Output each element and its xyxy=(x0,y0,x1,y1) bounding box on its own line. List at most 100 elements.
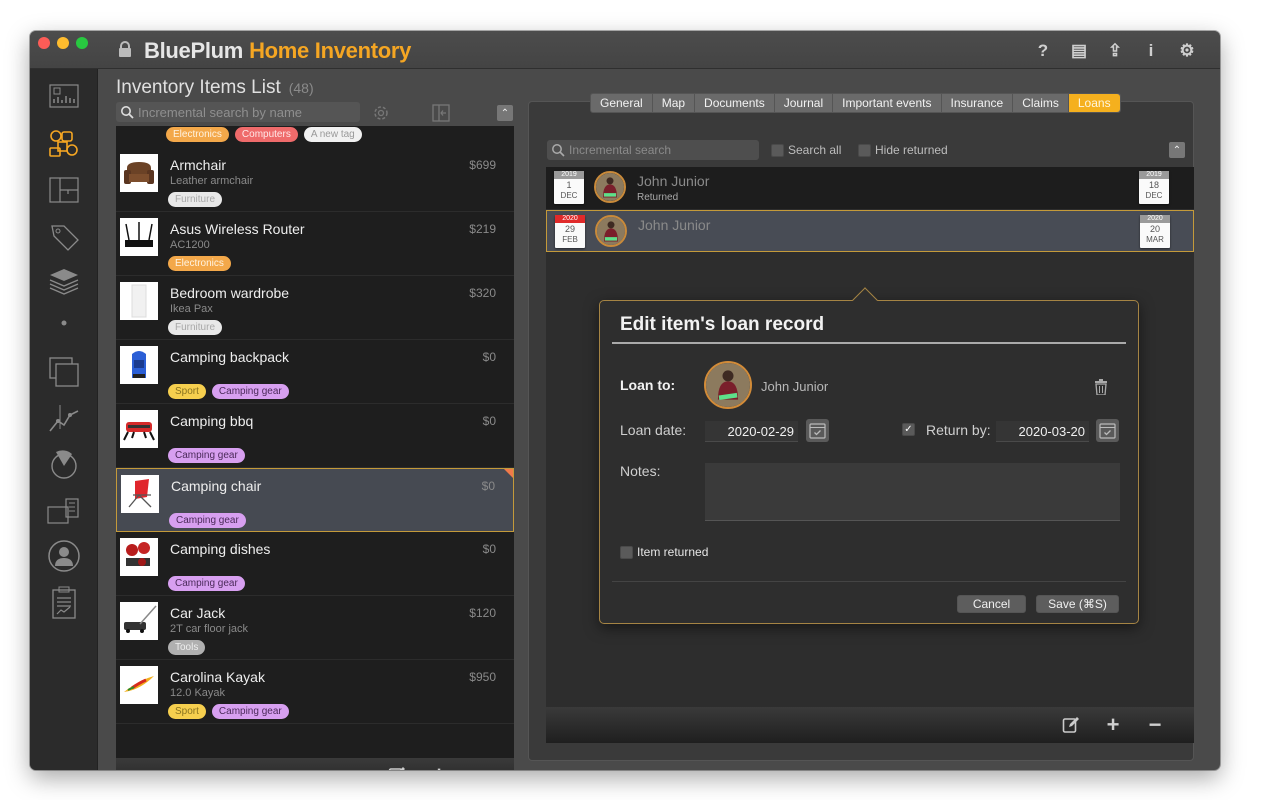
item-tag[interactable]: Furniture xyxy=(168,320,223,335)
item-tag[interactable]: Camping gear xyxy=(168,576,245,591)
remove-item-button[interactable]: − xyxy=(470,762,492,770)
cancel-button[interactable]: Cancel xyxy=(957,595,1026,613)
info-icon[interactable]: i xyxy=(1140,40,1162,62)
document-icon[interactable]: ▤ xyxy=(1068,40,1090,62)
loan-day: 1 xyxy=(566,180,572,190)
chevron-up-icon: ⌃ xyxy=(1169,142,1185,158)
return-date-picker-button[interactable] xyxy=(1096,419,1119,442)
inventory-search-input[interactable] xyxy=(138,104,358,120)
item-tag[interactable]: Electronics xyxy=(168,256,231,271)
inventory-item-row[interactable]: Camping dishes $0 Camping gear xyxy=(116,532,514,596)
item-tag[interactable]: Camping gear xyxy=(211,704,289,719)
inventory-item-row[interactable]: Armchair Leather armchair $699 Furniture xyxy=(116,148,514,212)
inventory-item-row[interactable]: Asus Wireless Router AC1200 $219 Electronic… xyxy=(116,212,514,276)
return-by-checkbox[interactable]: ✓ xyxy=(902,423,915,436)
add-loan-button[interactable]: + xyxy=(1102,712,1124,737)
inventory-list[interactable]: Electronics Computers A new tag Armchair Le… xyxy=(116,126,514,758)
inventory-item-row[interactable]: Camping backpack $0 Sport Camping gear xyxy=(116,340,514,404)
loan-row[interactable]: 2020 29 FEB John Junior 2020 20 MAR xyxy=(546,210,1194,252)
item-tags: Sport Camping gear xyxy=(168,704,289,719)
sidebar-item-contacts[interactable] xyxy=(44,536,84,576)
tab-journal[interactable]: Journal xyxy=(775,94,834,112)
gear-icon[interactable]: ⚙ xyxy=(1176,40,1198,62)
title-bar: BluePlum Home Inventory ? ▤ ⇪ i ⚙ xyxy=(30,31,1220,69)
tag-filter[interactable]: A new tag xyxy=(303,127,362,142)
sidebar-item-insurance-claims[interactable] xyxy=(44,491,84,531)
return-by-field[interactable]: 2020-03-20 xyxy=(996,421,1089,442)
inventory-item-row[interactable]: Carolina Kayak 12.0 Kayak $950 Sport Camping… xyxy=(116,660,514,724)
item-thumbnail xyxy=(120,154,158,192)
sidebar-item-dashboard[interactable] xyxy=(44,77,84,117)
sidebar-item-floor-plans[interactable] xyxy=(44,170,84,210)
tab-general[interactable]: General xyxy=(591,94,653,112)
minimize-window-button[interactable] xyxy=(57,37,69,49)
collapse-loans-button[interactable]: ⌃ xyxy=(1169,142,1185,158)
tab-documents[interactable]: Documents xyxy=(695,94,775,112)
inventory-search[interactable] xyxy=(116,102,360,122)
tab-map[interactable]: Map xyxy=(653,94,696,112)
loans-search-input[interactable] xyxy=(569,143,754,157)
borrower-avatar xyxy=(595,215,627,247)
loan-month: FEB xyxy=(562,235,578,244)
inventory-item-row[interactable]: Camping bbq $0 Camping gear xyxy=(116,404,514,468)
sidebar-item-categories[interactable] xyxy=(44,261,84,301)
close-window-button[interactable] xyxy=(38,37,50,49)
sidebar-item-tags[interactable] xyxy=(44,216,84,256)
save-button[interactable]: Save (⌘S) xyxy=(1036,595,1119,613)
search-all-box[interactable] xyxy=(771,143,784,157)
loan-date-picker-button[interactable] xyxy=(806,419,829,442)
maximize-window-button[interactable] xyxy=(76,37,88,49)
item-tag[interactable]: Furniture xyxy=(168,192,223,207)
loan-date-calendar: 2019 1 DEC xyxy=(554,171,584,204)
loans-footer: + − xyxy=(546,707,1194,743)
inventory-item-row[interactable]: Bedroom wardrobe Ikea Pax $320 Furniture xyxy=(116,276,514,340)
item-tag[interactable]: Sport xyxy=(168,384,206,399)
sidebar-item-inventory-items[interactable] xyxy=(44,124,84,164)
tag-filter[interactable]: Computers xyxy=(234,127,298,142)
item-tag[interactable]: Camping gear xyxy=(211,384,289,399)
item-returned-box[interactable] xyxy=(620,545,633,559)
tag-filter[interactable]: Electronics xyxy=(166,127,229,142)
item-tag[interactable]: Sport xyxy=(168,704,206,719)
item-price: $0 xyxy=(482,350,496,364)
loans-search[interactable] xyxy=(547,140,759,160)
tab-insurance[interactable]: Insurance xyxy=(942,94,1014,112)
borrower-avatar[interactable] xyxy=(704,361,752,409)
search-all-checkbox[interactable]: Search all xyxy=(771,143,841,157)
sidebar-item-checklists[interactable] xyxy=(44,582,84,622)
sidebar-item-statistics[interactable] xyxy=(44,399,84,439)
item-price: $0 xyxy=(482,414,496,428)
remove-loan-button[interactable]: − xyxy=(1144,712,1166,737)
collapse-list-button[interactable]: ⌃ xyxy=(494,102,516,124)
item-returned-checkbox[interactable]: Item returned xyxy=(620,545,708,559)
inventory-item-row[interactable]: Car Jack 2T car floor jack $120 Tools xyxy=(116,596,514,660)
tab-claims[interactable]: Claims xyxy=(1013,94,1069,112)
add-item-button[interactable]: + xyxy=(428,762,450,770)
item-tag[interactable]: Camping gear xyxy=(169,513,246,528)
tab-important-events[interactable]: Important events xyxy=(833,94,942,112)
hide-returned-checkbox[interactable]: Hide returned xyxy=(858,143,948,157)
share-icon[interactable]: ⇪ xyxy=(1104,40,1126,62)
return-date-calendar: 2019 18 DEC xyxy=(1139,171,1169,204)
tab-loans[interactable]: Loans xyxy=(1068,94,1120,112)
filter-button[interactable] xyxy=(370,102,392,124)
edit-loan-button[interactable] xyxy=(1060,714,1082,736)
hide-returned-box[interactable] xyxy=(858,143,871,157)
notes-textarea[interactable] xyxy=(705,463,1120,521)
edit-item-button[interactable] xyxy=(386,764,408,770)
sidebar-item-locations[interactable] xyxy=(44,307,84,347)
trash-icon[interactable] xyxy=(1094,379,1108,395)
loan-row[interactable]: 2019 1 DEC John Junior Returned 2019 18 DEC xyxy=(546,167,1194,209)
item-tag[interactable]: Camping gear xyxy=(168,448,245,463)
item-tags: Camping gear xyxy=(168,576,245,591)
loan-date-field[interactable]: 2020-02-29 xyxy=(705,421,798,442)
inventory-item-row[interactable]: Camping chair $0 Camping gear xyxy=(116,468,514,532)
sidebar-item-reports[interactable] xyxy=(44,444,84,484)
return-by-box[interactable]: ✓ xyxy=(902,423,915,436)
item-subtitle: 12.0 Kayak xyxy=(170,687,226,699)
toggle-panel-button[interactable] xyxy=(430,102,452,124)
sidebar-item-collections[interactable] xyxy=(44,352,84,392)
help-icon[interactable]: ? xyxy=(1032,40,1054,62)
item-tag[interactable]: Tools xyxy=(168,640,206,655)
loan-to-label: Loan to: xyxy=(620,377,676,393)
